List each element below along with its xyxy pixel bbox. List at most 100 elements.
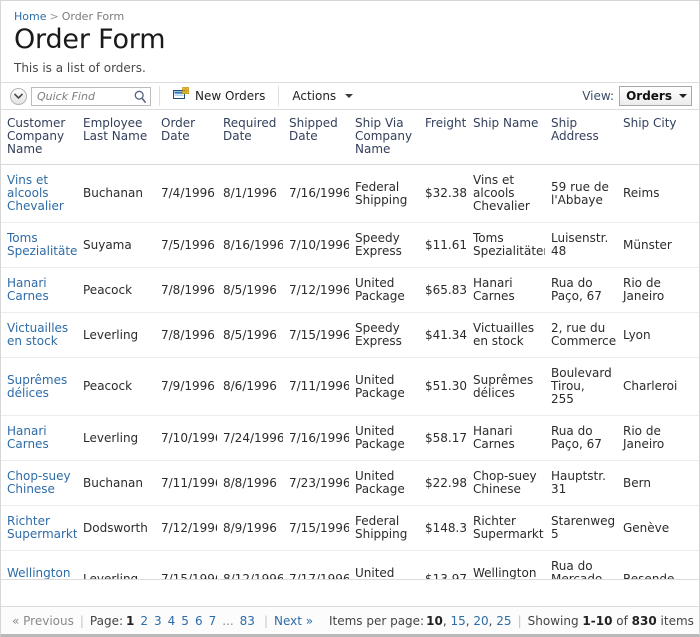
table-row[interactable]: Wellington ImportadoraLeverling7/15/1996… (1, 550, 699, 579)
column-header-customer-company-name[interactable]: Customer Company Name (1, 110, 77, 165)
items-per-page-option-15[interactable]: 15 (450, 614, 465, 628)
customer-link[interactable]: Wellington Importadora (7, 566, 77, 579)
view-selector-group: View: Orders (582, 86, 692, 106)
column-header-freight[interactable]: Freight (419, 110, 467, 165)
customer-link[interactable]: Vins et alcools Chevalier (7, 173, 64, 213)
cell-shipped-date: 7/16/1996 (283, 415, 349, 461)
cell-order-date: 7/12/1996 (155, 505, 217, 551)
page-link-2[interactable]: 2 (137, 614, 151, 628)
page-label: Page: (89, 613, 124, 628)
next-page-link[interactable]: Next » (274, 614, 313, 628)
cell-customer-company-name[interactable]: Toms Spezialitäten (1, 222, 77, 268)
cell-employee-last-name: Leverling (77, 550, 155, 579)
cell-required-date: 8/5/1996 (217, 267, 283, 313)
cell-ship-name: Toms Spezialitäten (467, 222, 545, 268)
page-link-7[interactable]: 7 (206, 614, 220, 628)
table-row[interactable]: Victuailles en stock Leverling 7/8/1996 8/5… (1, 312, 699, 358)
cell-customer-company-name[interactable]: Hanari Carnes (1, 267, 77, 313)
cell-shipped-date: 7/10/1996 (283, 222, 349, 268)
breadcrumb-current: Order Form (61, 10, 125, 23)
search-input-box[interactable] (31, 86, 151, 107)
table-row[interactable]: Richter Supermarkt Dodsworth 7/12/1996 8/9/… (1, 505, 699, 551)
column-header-ship-name[interactable]: Ship Name (467, 110, 545, 165)
cell-ship-city: Rio de Janeiro (617, 415, 699, 461)
breadcrumb-link-home[interactable]: Home (14, 10, 46, 23)
table-row[interactable]: Hanari Carnes Peacock 7/8/1996 8/5/1996 7/12… (1, 267, 699, 313)
cell-employee-last-name: Leverling (77, 415, 155, 461)
footer-divider-3: | (517, 613, 522, 628)
actions-menu-button[interactable]: Actions (287, 87, 358, 105)
customer-link[interactable]: Hanari Carnes (7, 424, 49, 451)
cell-ship-via-company-name: United Package (349, 357, 419, 416)
customer-link[interactable]: Suprêmes délices (7, 373, 67, 400)
table-row[interactable]: Vins et alcools Chevalier Buchanan 7/4/199… (1, 164, 699, 223)
cell-ship-city: Lyon (617, 312, 699, 358)
data-grid-scroll-area[interactable]: Customer Company Name Employee Last Name… (1, 110, 699, 580)
cell-required-date: 8/16/1996 (217, 222, 283, 268)
view-select[interactable]: Orders (619, 86, 692, 106)
cell-order-date: 7/9/1996 (155, 357, 217, 416)
customer-link[interactable]: Toms Spezialitäten (7, 231, 77, 258)
cell-shipped-date: 7/23/1996 (283, 460, 349, 506)
cell-ship-city: Reims (617, 164, 699, 223)
previous-page-link[interactable]: « Previous (12, 614, 74, 628)
page-link-83[interactable]: 83 (237, 614, 258, 628)
chevron-down-icon-actions (345, 94, 354, 98)
table-row[interactable]: Toms SpezialitätenSuyama7/5/19968/16/199… (1, 222, 699, 268)
cell-customer-company-name[interactable]: Suprêmes délices (1, 357, 77, 416)
cell-required-date: 7/24/1996 (217, 415, 283, 461)
cell-customer-company-name[interactable]: Victuailles en stock (1, 312, 77, 358)
cell-employee-last-name: Buchanan (77, 164, 155, 223)
page-link-5[interactable]: 5 (178, 614, 192, 628)
search-icon[interactable] (134, 90, 147, 107)
page-title: Order Form (14, 24, 166, 55)
new-orders-button[interactable]: New Orders (168, 85, 270, 107)
cell-shipped-date: 7/15/1996 (283, 312, 349, 358)
column-header-ship-city[interactable]: Ship City (617, 110, 699, 165)
cell-ship-city: Bern (617, 460, 699, 506)
page-link-1: 1 (126, 613, 135, 628)
column-header-ship-address[interactable]: Ship Address (545, 110, 617, 165)
column-header-employee-last-name[interactable]: Employee Last Name (77, 110, 155, 165)
customer-link[interactable]: Richter Supermarkt (7, 514, 77, 541)
cell-shipped-date: 7/17/1996 (283, 550, 349, 579)
chevron-down-icon[interactable] (10, 87, 27, 105)
table-row[interactable]: Suprêmes délices Peacock 7/9/1996 8/6/1996 7… (1, 357, 699, 416)
table-row[interactable]: Hanari Carnes Leverling 7/10/1996 7/24/1996… (1, 415, 699, 461)
customer-link[interactable]: Hanari Carnes (7, 276, 49, 303)
items-per-page-links: 10, 15, 20, 25 (426, 614, 511, 628)
customer-link[interactable]: Chop-suey Chinese (7, 469, 71, 496)
cell-ship-address: 2, rue du Commerce (545, 312, 617, 358)
cell-customer-company-name[interactable]: Wellington Importadora (1, 550, 77, 579)
cell-freight: $41.34 (419, 312, 467, 358)
items-per-page-option-20[interactable]: 20 (473, 614, 488, 628)
cell-customer-company-name[interactable]: Chop-suey Chinese (1, 460, 77, 506)
page-link-6[interactable]: 6 (192, 614, 206, 628)
cell-shipped-date: 7/12/1996 (283, 267, 349, 313)
cell-required-date: 8/5/1996 (217, 312, 283, 358)
column-header-ship-via-company-name[interactable]: Ship Via Company Name (349, 110, 419, 165)
page-link-4[interactable]: 4 (165, 614, 179, 628)
cell-customer-company-name[interactable]: Richter Supermarkt (1, 505, 77, 551)
cell-required-date: 8/8/1996 (217, 460, 283, 506)
cell-freight: $13.97 (419, 550, 467, 579)
cell-ship-via-company-name: United Package (349, 267, 419, 313)
page-ellipsis: ... (222, 613, 234, 628)
cell-ship-name: Richter Supermarkt (467, 505, 545, 551)
table-row[interactable]: Chop-suey Chinese Buchanan 7/11/1996 8/8/19… (1, 460, 699, 506)
cell-freight: $51.30 (419, 357, 467, 416)
showing-label: Showing (527, 613, 579, 628)
new-form-icon (173, 87, 190, 105)
cell-ship-address: 59 rue de l'Abbaye (545, 164, 617, 223)
page-link-3[interactable]: 3 (151, 614, 165, 628)
column-header-shipped-date[interactable]: Shipped Date (283, 110, 349, 165)
cell-customer-company-name[interactable]: Vins et alcools Chevalier (1, 164, 77, 223)
items-per-page-option-25[interactable]: 25 (496, 614, 511, 628)
cell-freight: $148.33 (419, 505, 467, 551)
column-header-required-date[interactable]: Required Date (217, 110, 283, 165)
cell-customer-company-name[interactable]: Hanari Carnes (1, 415, 77, 461)
search-input[interactable] (37, 89, 135, 103)
cell-shipped-date: 7/15/1996 (283, 505, 349, 551)
customer-link[interactable]: Victuailles en stock (7, 321, 68, 348)
column-header-order-date[interactable]: Order Date (155, 110, 217, 165)
